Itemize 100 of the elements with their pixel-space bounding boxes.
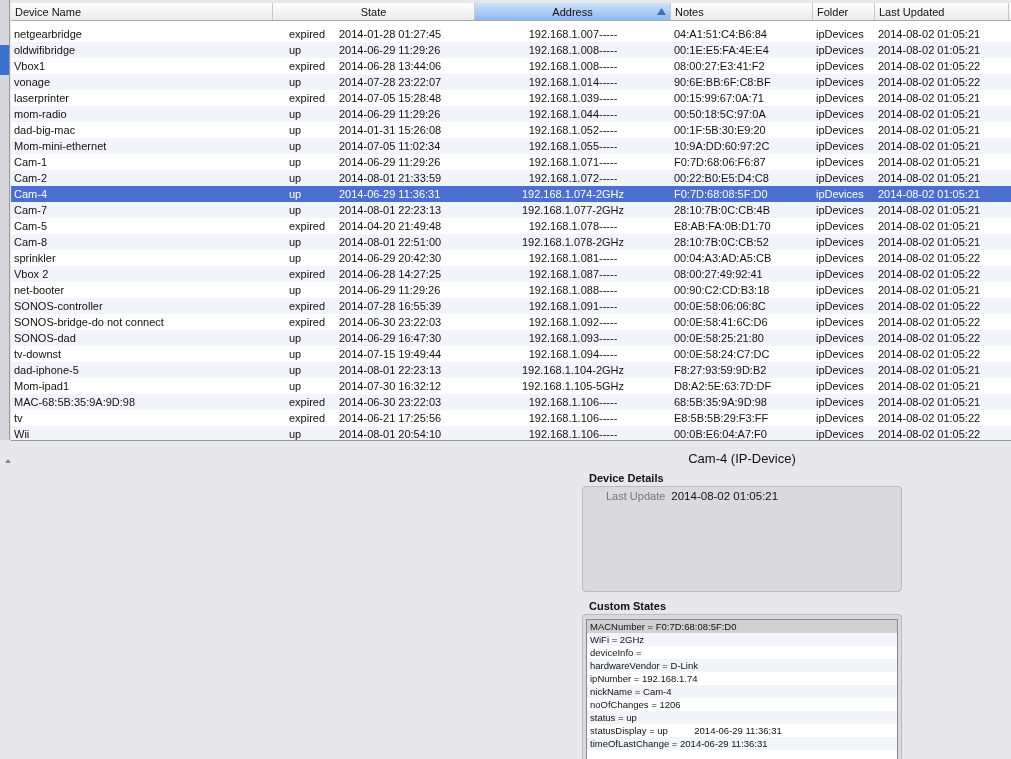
table-cell-text: 90:6E:BB:6F:C8:BF (673, 76, 772, 88)
section-heading: Device Details (588, 472, 665, 484)
device-row[interactable]: vonage up 2014-07-28 23:22:07 192.168.1.014----- 90:6E:BB:6F:C8:BF ipDevices 2014-08-02 01:05:22 (11, 74, 1011, 90)
table-cell-text: MAC-68:5B:35:9A:9D:98 (13, 396, 137, 408)
device-row[interactable]: SONOS-dad up 2014-06-29 16:47:30 192.168.1.093----- 00:0E:58:25:21:80 ipDevices 2014-08-02 01:05:22 (11, 330, 1011, 346)
resize-handle-icon[interactable] (5, 459, 11, 463)
device-row[interactable]: dad-iphone-5 up 2014-08-01 22:23:13 192.168.1.104-2GHz F8:27:93:59:9D:B2 ipDevices 2014-08-02 01:05:21 (11, 362, 1011, 378)
table-cell-text: ipDevices (815, 60, 865, 72)
table-cell-text: ipDevices (815, 268, 865, 280)
table-cell-text: dad-iphone-5 (13, 364, 80, 376)
table-cell-text: 192.168.1.044----- (527, 108, 619, 120)
table-cell-text: 2014-08-02 01:05:22 (877, 428, 982, 440)
table-cell-text: 2014-08-02 01:05:21 (877, 172, 982, 184)
device-row[interactable]: MAC-68:5B:35:9A:9D:98 expired 2014-06-30 23:22:03 192.168.1.106----- 68:5B:35:9A:9D:98 ipDevices 2014-08-02 01:05:21 (11, 394, 1011, 410)
table-cell-text: ipDevices (815, 364, 865, 376)
table-cell-text: ipDevices (815, 284, 865, 296)
device-row[interactable]: Cam-2 up 2014-08-01 21:33:59 192.168.1.072----- 00:22:B0:E5:D4:C8 ipDevices 2014-08-02 01:05:21 (11, 170, 1011, 186)
table-cell-text: 192.168.1.052----- (527, 124, 619, 136)
state-time: 2014-06-21 17:25:56 (339, 412, 442, 424)
device-row[interactable]: Wii up 2014-08-01 20:54:10 192.168.1.106----- 00:0B:E6:04:A7:F0 ipDevices 2014-08-02 01:05:22 (11, 426, 1011, 440)
state-time: 2014-06-30 23:22:03 (339, 316, 442, 328)
table-cell-text: ipDevices (815, 44, 865, 56)
table-cell-text: ipDevices (815, 140, 865, 152)
table-cell-text: sprinkler (13, 252, 57, 264)
table-cell-text: 2014-08-02 01:05:22 (877, 268, 982, 280)
table-cell-text: Cam-5 (13, 220, 48, 232)
table-cell-text: laserprinter (13, 92, 71, 104)
device-row[interactable]: oldwifibridge up 2014-06-29 11:29:26 192.168.1.008----- 00:1E:E5:FA:4E:E4 ipDevices 2014-08-02 01:05:21 (11, 42, 1011, 58)
table-cell-text: Cam-4 (13, 188, 48, 200)
state-list-item[interactable]: WiFi = 2GHz (587, 633, 897, 646)
column-header[interactable]: Folder (813, 3, 875, 20)
table-cell-text: 28:10:7B:0C:CB:4B (673, 204, 771, 216)
state-list-item[interactable]: hardwareVendor = D-Link (587, 659, 897, 672)
table-cell-text: 2014-08-02 01:05:21 (877, 156, 982, 168)
table-cell-text: ipDevices (815, 204, 865, 216)
table-cell-text: 00:50:18:5C:97:0A (673, 108, 767, 120)
state-text: up (289, 348, 303, 360)
state-time: 2014-08-01 20:54:10 (339, 428, 442, 440)
table-cell-text: 192.168.1.078----- (527, 220, 619, 232)
table-cell-text: 2014-08-02 01:05:22 (877, 316, 982, 328)
state-text: expired (289, 316, 327, 328)
state-time: 2014-06-30 23:22:03 (339, 396, 442, 408)
state-text: expired (289, 396, 327, 408)
device-row[interactable]: Vbox 2 expired 2014-06-28 14:27:25 192.168.1.087----- 08:00:27:49:92:41 ipDevices 2014-08-02 01:05:22 (11, 266, 1011, 282)
table-cell-text: ipDevices (815, 348, 865, 360)
table-cell-text: 00:0E:58:25:21:80 (673, 332, 765, 344)
table-cell-text: F0:7D:68:06:F6:87 (673, 156, 767, 168)
table-cell-text: F0:7D:68:08:5F:D0 (673, 188, 769, 200)
table-cell-text: 2014-08-02 01:05:21 (877, 220, 982, 232)
state-time: 2014-07-05 11:02:34 (339, 140, 441, 152)
table-cell-text: Cam-2 (13, 172, 48, 184)
table-cell-text: 10:9A:DD:60:97:2C (673, 140, 771, 152)
table-cell-text: 2014-08-02 01:05:21 (877, 284, 982, 296)
table-cell-text: ipDevices (815, 316, 865, 328)
state-time: 2014-06-28 14:27:25 (339, 268, 442, 280)
table-cell-text: 00:0B:E6:04:A7:F0 (673, 428, 768, 440)
column-header[interactable]: Last Updated (875, 3, 1009, 20)
state-list-item[interactable]: nickName = Cam-4 (587, 685, 897, 698)
device-row[interactable]: Cam-8 up 2014-08-01 22:51:00 192.168.1.078-2GHz 28:10:7B:0C:CB:52 ipDevices 2014-08-02 01:05:21 (11, 234, 1011, 250)
state-text: up (289, 236, 303, 248)
table-cell-text: 192.168.1.074-2GHz (520, 188, 626, 200)
state-time: 2014-07-30 16:32:12 (339, 380, 442, 392)
table-cell-text: Vbox 2 (13, 268, 50, 280)
table-cell-text: 192.168.1.106----- (527, 428, 619, 440)
state-list-item[interactable]: deviceInfo = (587, 646, 897, 659)
device-row[interactable]: SONOS-controller expired 2014-07-28 16:55:39 192.168.1.091----- 00:0E:58:06:06:8C ipDevices 2014-08-02 01:05:22 (11, 298, 1011, 314)
state-list-item[interactable]: status = up (587, 711, 897, 724)
device-row[interactable]: Cam-4 up 2014-06-29 11:36:31 192.168.1.074-2GHz F0:7D:68:08:5F:D0 ipDevices 2014-08-02 01:05:21 (11, 186, 1011, 202)
table-cell-text: netgearbridge (13, 28, 83, 40)
table-cell-text: 192.168.1.072----- (527, 172, 619, 184)
table-cell-text: ipDevices (815, 76, 865, 88)
table-cell-text: 192.168.1.008----- (527, 60, 619, 72)
device-row[interactable]: mom-radio up 2014-06-29 11:29:26 192.168.1.044----- 00:50:18:5C:97:0A ipDevices 2014-08-02 01:05:21 (11, 106, 1011, 122)
device-row[interactable]: Mom-mini-ethernet up 2014-07-05 11:02:34 192.168.1.055----- 10:9A:DD:60:97:2C ipDevices 2014-08-02 01:05:21 (11, 138, 1011, 154)
column-header[interactable]: Notes (671, 3, 813, 20)
table-cell-text: 00:04:A3:AD:A5:CB (673, 252, 773, 264)
table-cell-text: D8:A2:5E:63:7D:DF (673, 380, 773, 392)
state-list-item[interactable]: noOfChanges = 1206 (587, 698, 897, 711)
table-cell-text: 192.168.1.093----- (527, 332, 619, 344)
device-row[interactable]: Cam-7 up 2014-08-01 22:23:13 192.168.1.077-2GHz 28:10:7B:0C:CB:4B ipDevices 2014-08-02 01:05:21 (11, 202, 1011, 218)
column-header[interactable]: Address (475, 3, 671, 20)
state-time: 2014-07-15 19:49:44 (339, 348, 442, 360)
table-cell-text: 192.168.1.106----- (527, 412, 619, 424)
state-list-item[interactable]: statusDisplay = up 2014-06-29 11:36:31 (587, 724, 897, 737)
state-list-item[interactable]: ipNumber = 192.168.1.74 (587, 672, 897, 685)
column-header[interactable]: Device Name (11, 3, 273, 20)
state-time: 2014-08-01 22:23:13 (339, 364, 442, 376)
state-text: expired (289, 412, 327, 424)
table-cell-text: 192.168.1.092----- (527, 316, 619, 328)
table-cell-text: 192.168.1.039----- (527, 92, 619, 104)
table-cell-text: ipDevices (815, 172, 865, 184)
state-text: up (289, 76, 303, 88)
table-cell-text: 2014-08-02 01:05:22 (877, 76, 982, 88)
state-list-item[interactable]: MACNumber = F0:7D:68:08:5F:D0 (587, 620, 897, 633)
table-cell-text: 2014-08-02 01:05:22 (877, 300, 982, 312)
state-time: 2014-08-01 22:51:00 (339, 236, 442, 248)
table-cell-text: dad-big-mac (13, 124, 77, 136)
state-list-item[interactable]: timeOfLastChange = 2014-06-29 11:36:31 (587, 737, 897, 750)
table-cell-text: SONOS-controller (13, 300, 104, 312)
table-cell-text: ipDevices (815, 380, 865, 392)
